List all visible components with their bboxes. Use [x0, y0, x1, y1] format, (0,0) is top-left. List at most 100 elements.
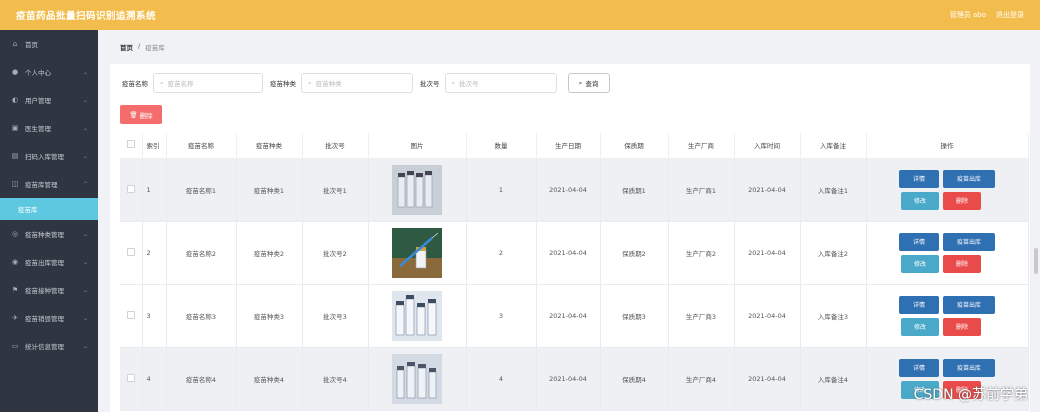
row-checkbox[interactable] — [120, 284, 143, 348]
batch-label: 批次号 — [420, 80, 440, 88]
edit-button[interactable]: 修改 — [901, 254, 939, 273]
row-checkbox[interactable] — [120, 221, 143, 285]
cell-in-time: 2021-04-04 — [734, 284, 801, 348]
detail-button[interactable]: 详情 — [899, 295, 939, 314]
cell-image — [368, 221, 467, 285]
col-header: 生产日期 — [536, 133, 601, 159]
chevron-down-icon: ⌄ — [82, 96, 88, 104]
vaccine-vials-image[interactable] — [392, 164, 442, 215]
user-circle-icon: ◐ — [11, 96, 19, 104]
vaccine-out-button[interactable]: 疫苗出库 — [943, 295, 995, 314]
cell-note: 入库备注4 — [800, 347, 867, 411]
cell-maker: 生产厂商1 — [668, 158, 735, 222]
vaccine-vials-image[interactable] — [392, 290, 442, 341]
sidebar-item-vaccine-destroy[interactable]: ✈ 疫苗销毁管理 ⌄ — [0, 304, 98, 332]
breadcrumb-home[interactable]: 首页 — [120, 42, 133, 52]
cell-index: 4 — [142, 347, 167, 411]
cell-in-time: 2021-04-04 — [734, 347, 801, 411]
sidebar-item-doctors[interactable]: ▣ 医生管理 ⌄ — [0, 114, 98, 142]
vaccine-type-input[interactable]: ⌕ 疫苗种类 — [301, 73, 413, 93]
table-row: 1 疫苗名称1 疫苗种类1 批次号1 1 2021-04-04 保质期1 生产厂… — [120, 158, 1029, 222]
vaccine-name-input[interactable]: ⌕ 疫苗名称 — [153, 73, 263, 93]
cell-maker: 生产厂商2 — [668, 221, 735, 285]
user-icon: ● — [11, 68, 19, 76]
delete-button[interactable]: 删除 — [943, 191, 981, 210]
logout-link[interactable]: 退出登录 — [996, 10, 1024, 20]
col-header: 数量 — [466, 133, 537, 159]
cell-qty: 4 — [466, 347, 537, 411]
sidebar-item-label: 疫苗库管理 — [25, 181, 58, 189]
search-icon: ⌕ — [160, 78, 164, 87]
sidebar-item-users[interactable]: ◐ 用户管理 ⌄ — [0, 86, 98, 114]
sidebar-item-label: 用户管理 — [25, 97, 51, 105]
cell-batch: 批次号4 — [302, 347, 369, 411]
delete-button[interactable]: 删除 — [943, 254, 981, 273]
edit-button[interactable]: 修改 — [901, 191, 939, 210]
cell-note: 入库备注1 — [800, 158, 867, 222]
cell-type: 疫苗种类4 — [236, 347, 303, 411]
cell-image — [368, 347, 467, 411]
batch-input[interactable]: ⌕ 批次号 — [444, 73, 557, 93]
watermark: CSDN @苏前学弟 — [913, 387, 1028, 403]
sidebar-item-vaccine-stock[interactable]: ◫ 疫苗库管理 ⌃ — [0, 170, 98, 198]
detail-button[interactable]: 详情 — [899, 169, 939, 188]
detail-button[interactable]: 详情 — [899, 232, 939, 251]
home-icon: ⌂ — [12, 40, 18, 48]
select-all-checkbox[interactable] — [120, 133, 143, 159]
export-icon: ◉ — [11, 258, 19, 266]
breadcrumb-current: 疫苗库 — [145, 44, 165, 52]
col-header: 操作 — [866, 133, 1029, 159]
sidebar-item-scan-in[interactable]: ▤ 扫码入库管理 ⌄ — [0, 142, 98, 170]
cell-type: 疫苗种类2 — [236, 221, 303, 285]
delete-button[interactable]: 删除 — [943, 317, 981, 336]
sidebar-item-vaccination[interactable]: ⚑ 疫苗接种管理 ⌄ — [0, 276, 98, 304]
breadcrumb: 首页 / 疫苗库 — [120, 42, 165, 52]
col-header: 图片 — [368, 133, 467, 159]
edit-button[interactable]: 修改 — [901, 317, 939, 336]
row-checkbox[interactable] — [120, 347, 143, 411]
page-scrollbar[interactable] — [1034, 248, 1038, 274]
cell-date: 2021-04-04 — [536, 284, 601, 348]
cell-shelf: 保质期3 — [600, 284, 669, 348]
cell-index: 1 — [142, 158, 167, 222]
cell-maker: 生产厂商4 — [668, 347, 735, 411]
chevron-down-icon: ⌄ — [82, 258, 88, 266]
cell-name: 疫苗名称1 — [166, 158, 237, 222]
vaccine-vials-image[interactable] — [392, 353, 442, 404]
sidebar-item-label: 疫苗接种管理 — [25, 287, 64, 295]
sidebar-item-vaccine-out[interactable]: ◉ 疫苗出库管理 ⌄ — [0, 248, 98, 276]
vaccine-out-button[interactable]: 疫苗出库 — [943, 232, 995, 251]
table-row: 2 疫苗名称2 疫苗种类2 批次号2 2 2021-04-04 保质期2 生产厂… — [120, 221, 1029, 285]
destroy-icon: ✈ — [12, 314, 18, 322]
cell-date: 2021-04-04 — [536, 221, 601, 285]
sidebar-item-label: 个人中心 — [25, 69, 51, 77]
sidebar-subitem-vaccine-library[interactable]: 疫苗库 — [0, 198, 98, 220]
row-checkbox[interactable] — [120, 158, 143, 222]
col-header: 索引 — [142, 133, 167, 159]
vaccine-syringe-image[interactable] — [392, 227, 442, 278]
admin-label[interactable]: 管理员 abo — [950, 10, 986, 20]
cell-in-time: 2021-04-04 — [734, 221, 801, 285]
vaccine-table: 索引 疫苗名称 疫苗种类 批次号 图片 数量 生产日期 保质期 生产厂商 入库时… — [120, 133, 1029, 411]
query-button[interactable]: ⌕ 查询 — [567, 73, 610, 93]
cell-shelf: 保质期2 — [600, 221, 669, 285]
vaccine-out-button[interactable]: 疫苗出库 — [943, 358, 995, 377]
cell-qty: 1 — [466, 158, 537, 222]
vaccine-type-label: 疫苗种类 — [270, 80, 296, 88]
detail-button[interactable]: 详情 — [899, 358, 939, 377]
cell-qty: 2 — [466, 221, 537, 285]
cell-index: 2 — [142, 221, 167, 285]
sidebar-item-profile[interactable]: ● 个人中心 ⌄ — [0, 58, 98, 86]
sidebar-item-home[interactable]: ⌂ 首页 — [0, 30, 98, 58]
batch-delete-button[interactable]: 🗑 删除 — [120, 105, 162, 124]
category-icon: ◎ — [11, 230, 19, 238]
cell-qty: 3 — [466, 284, 537, 348]
trash-icon: 🗑 — [129, 110, 138, 119]
sidebar-item-vaccine-types[interactable]: ◎ 疫苗种类管理 ⌄ — [0, 220, 98, 248]
sidebar-item-label: 疫苗出库管理 — [25, 259, 64, 267]
cell-name: 疫苗名称4 — [166, 347, 237, 411]
vaccine-out-button[interactable]: 疫苗出库 — [943, 169, 995, 188]
search-icon: ⌕ — [308, 78, 312, 87]
sidebar-item-statistics[interactable]: ▭ 统计信息管理 ⌄ — [0, 332, 98, 360]
col-header: 保质期 — [600, 133, 669, 159]
